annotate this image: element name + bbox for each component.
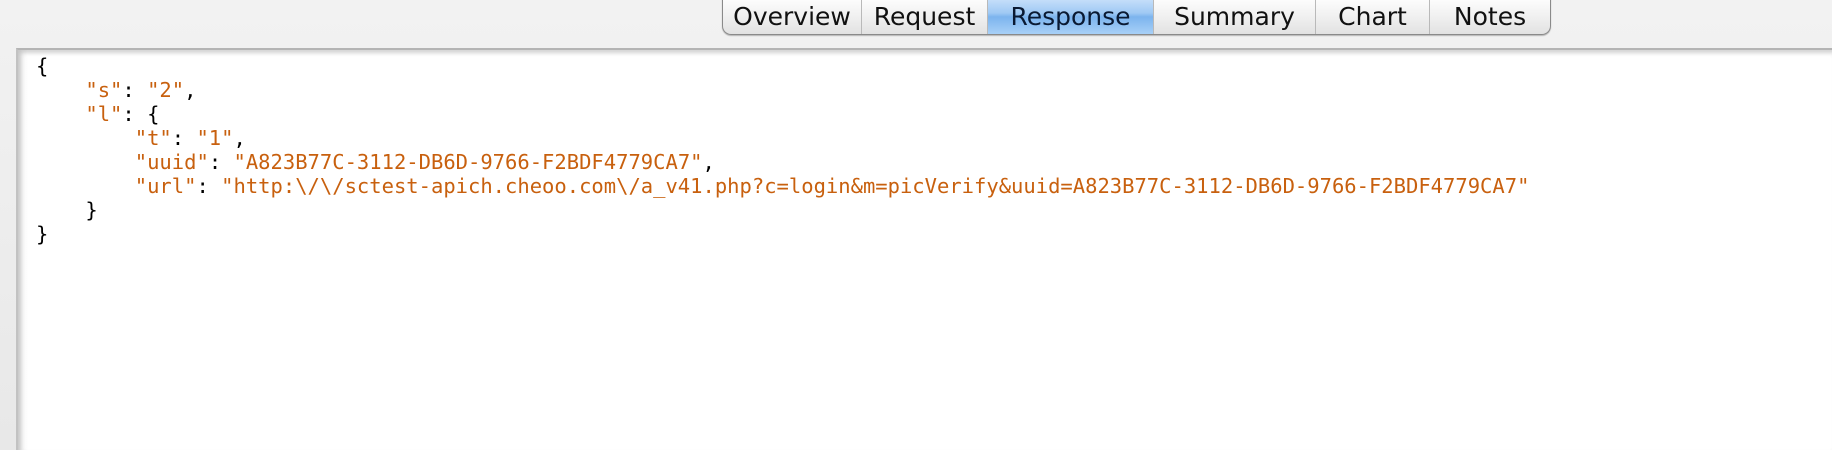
json-value-url: "http:\/\/sctest-apich.cheoo.com\/a_v41.… <box>221 174 1530 198</box>
json-line-close-outer: } <box>36 222 49 246</box>
json-line-t: "t": "1", <box>134 126 246 150</box>
json-line-url: "url": "http:\/\/sctest-apich.cheoo.com\… <box>134 174 1530 198</box>
json-key-url: "url" <box>134 174 197 198</box>
json-key-l: "l" <box>85 102 123 126</box>
json-response-text[interactable]: { "s": "2", "l": { "t": "1", "uuid": "A8… <box>36 54 1529 246</box>
json-value-s: "2" <box>147 78 185 102</box>
json-line-open-brace: { <box>36 54 49 78</box>
json-line-uuid: "uuid": "A823B77C-3112-DB6D-9766-F2BDF47… <box>134 150 715 174</box>
json-value-t: "1" <box>196 126 234 150</box>
json-line-close-inner: } <box>85 198 98 222</box>
tab-bar: Overview Request Response Summary Chart … <box>722 0 1551 35</box>
json-key-uuid: "uuid" <box>134 150 209 174</box>
tab-response[interactable]: Response <box>987 0 1153 34</box>
json-line-l: "l": { <box>85 102 160 126</box>
json-key-t: "t" <box>134 126 172 150</box>
json-key-s: "s" <box>85 78 123 102</box>
json-line-s: "s": "2", <box>85 78 197 102</box>
tab-chart[interactable]: Chart <box>1315 0 1429 34</box>
tab-summary[interactable]: Summary <box>1153 0 1315 34</box>
tab-request[interactable]: Request <box>861 0 987 34</box>
json-value-uuid: "A823B77C-3112-DB6D-9766-F2BDF4779CA7" <box>233 150 703 174</box>
tab-notes[interactable]: Notes <box>1429 0 1550 34</box>
tab-overview[interactable]: Overview <box>723 0 861 34</box>
